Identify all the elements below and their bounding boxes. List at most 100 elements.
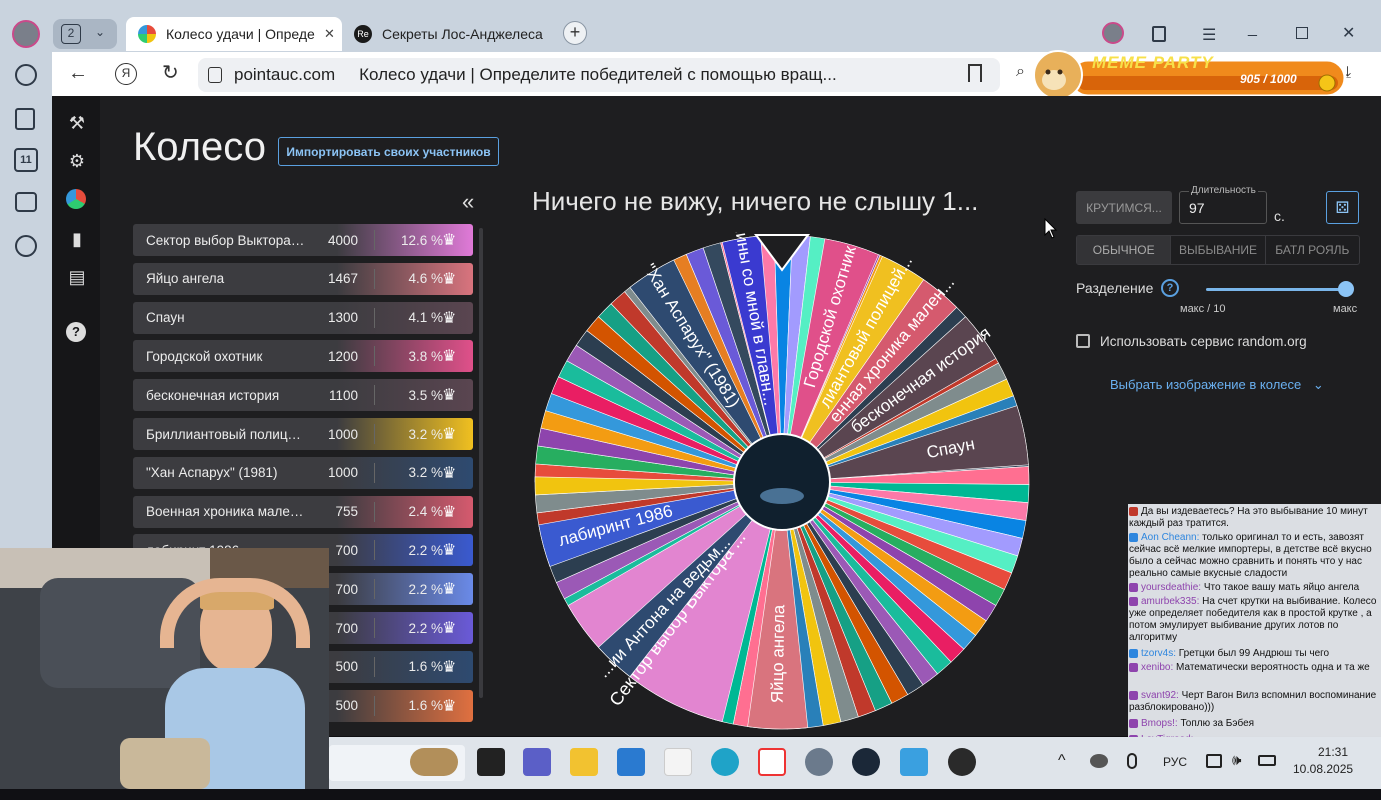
minimize-icon[interactable]: _ (1248, 20, 1257, 38)
participant-row[interactable]: Сектор выбор Выктора п... 4000 12.6 % ♛ (133, 224, 473, 256)
chat-username: amurbek335: (1141, 596, 1203, 607)
task-view-icon[interactable] (477, 748, 505, 776)
tab-count-badge[interactable]: 2 ⌄ (53, 19, 117, 49)
collections-icon[interactable] (1152, 26, 1166, 42)
import-participants-button[interactable]: Импортировать своих участников (278, 137, 499, 166)
lamp-glyph: ♛ (442, 464, 457, 482)
obs-icon[interactable] (948, 748, 976, 776)
participant-name: Сектор выбор Выктора п... (146, 232, 308, 248)
chat-message: tzorv4s: Гретцки был 99 Андрюш ты чего (1129, 648, 1377, 660)
lamp-icon[interactable]: ♛ (429, 573, 473, 605)
spin-button[interactable]: КРУТИМСЯ... (1076, 191, 1172, 224)
dice-icon[interactable]: ⚄ (1326, 191, 1359, 224)
lamp-icon[interactable]: ♛ (429, 418, 473, 450)
gear-icon[interactable]: ⚙ (66, 150, 88, 172)
chat-badge-icon (1129, 532, 1138, 542)
list-scrollbar[interactable] (479, 228, 483, 698)
back-icon[interactable]: ← (68, 62, 88, 85)
profile-icon[interactable] (1102, 22, 1124, 44)
lamp-icon[interactable]: ♛ (429, 379, 473, 411)
steam-icon[interactable] (852, 748, 880, 776)
chat-message: Да вы издеваетесь? На это выбывание 10 м… (1129, 506, 1377, 530)
omnibox[interactable]: pointauc.com Колесо удачи | Определите п… (198, 58, 1000, 92)
mode-normal[interactable]: ОБЫЧНОЕ (1077, 236, 1172, 264)
language-indicator[interactable]: РУС (1163, 755, 1187, 769)
mode-battle-royale[interactable]: БАТЛ РОЯЛЬ (1266, 236, 1359, 264)
new-tab-button[interactable]: + (563, 21, 587, 45)
split-slider[interactable] (1206, 288, 1348, 291)
display-icon[interactable] (1206, 754, 1222, 768)
auction-icon[interactable]: ⚒ (66, 112, 88, 134)
notes-icon[interactable] (15, 108, 35, 130)
webcam-overlay (0, 548, 329, 789)
wheel-image-select[interactable]: Выбрать изображение в колесе ⌄ (1110, 377, 1324, 393)
chat-username: tzorv4s: (1141, 648, 1179, 659)
lamp-icon[interactable]: ♛ (429, 534, 473, 566)
search-icon[interactable]: ⌕ (1016, 63, 1025, 81)
lamp-icon[interactable]: ♛ (429, 224, 473, 256)
frog-widget-icon[interactable] (410, 748, 458, 776)
close-window-icon[interactable]: ✕ (1342, 23, 1355, 43)
lamp-icon[interactable]: ♛ (429, 457, 473, 489)
participant-row[interactable]: Военная хроника маленьк... 755 2.4 % ♛ (133, 495, 473, 528)
participant-row[interactable]: Бриллиантовый полицейс... 1000 3.2 % ♛ (133, 418, 473, 450)
bookmark-icon[interactable] (968, 64, 982, 82)
tab-la-secrets[interactable]: Re Секреты Лос-Анджелеса (346, 17, 556, 51)
video-icon[interactable] (15, 235, 37, 257)
stats-icon[interactable]: ▮ (66, 228, 88, 250)
divider (374, 501, 375, 522)
edge-icon[interactable] (711, 748, 739, 776)
split-slider-knob[interactable] (1338, 281, 1354, 297)
tray-chevron-icon[interactable]: ^ (1058, 752, 1066, 770)
clipboard-icon[interactable]: ▤ (66, 266, 88, 288)
lamp-icon[interactable]: ♛ (429, 263, 473, 295)
app-icon[interactable] (664, 748, 692, 776)
clock-date[interactable]: 10.08.2025 (1293, 762, 1353, 776)
help-icon[interactable]: ? (1161, 279, 1179, 297)
participant-row[interactable]: Яйцо ангела 1467 4.6 % ♛ (133, 262, 473, 295)
lamp-icon[interactable]: ♛ (429, 612, 473, 644)
menu-icon[interactable]: ☰ (1202, 25, 1216, 45)
lamp-icon[interactable]: ♛ (429, 690, 473, 722)
chat-text: Гретцки был 99 Андрюш ты чего (1178, 648, 1330, 659)
wheel-nav-icon[interactable] (66, 189, 86, 209)
chat-username: Aon Cheann: (1141, 532, 1203, 543)
screenshot-icon[interactable] (15, 192, 37, 212)
yandex-icon[interactable]: Я (115, 63, 137, 85)
explorer-icon[interactable] (570, 748, 598, 776)
microphone-icon[interactable] (1127, 753, 1137, 769)
battery-icon[interactable] (1258, 755, 1276, 766)
chat-message: xenibo: Математически вероятность одна и… (1129, 662, 1377, 674)
random-org-checkbox[interactable] (1076, 334, 1090, 348)
network-status-icon[interactable] (1090, 754, 1108, 768)
yandex-browser-icon[interactable] (758, 748, 786, 776)
calendar-icon[interactable]: 11 (14, 148, 38, 172)
teams-icon[interactable] (523, 748, 551, 776)
split-max-label: макс (1333, 303, 1358, 315)
lamp-icon[interactable]: ♛ (429, 302, 473, 334)
help-nav-icon[interactable]: ? (66, 322, 86, 342)
lamp-icon[interactable]: ♛ (429, 651, 473, 683)
tab-wheel[interactable]: Колесо удачи | Опреде ✕ (126, 17, 342, 51)
participant-row[interactable]: "Хан Аспарух" (1981) 1000 3.2 % ♛ (133, 456, 473, 489)
store-icon[interactable] (617, 748, 645, 776)
settings-icon[interactable] (805, 748, 833, 776)
lamp-icon[interactable]: ♛ (429, 340, 473, 372)
wheel-slice-label: Яйцо ангела (768, 604, 789, 703)
alien-avatar-icon[interactable] (12, 20, 40, 48)
participant-row[interactable]: Спаун 1300 4.1 % ♛ (133, 301, 473, 334)
chat-app-icon[interactable] (900, 748, 928, 776)
volume-icon[interactable]: 🕪 (1232, 752, 1241, 769)
mode-elimination[interactable]: ВЫБЫВАНИЕ (1171, 236, 1266, 264)
clock-time[interactable]: 21:31 (1318, 745, 1348, 759)
site-settings-icon[interactable] (208, 67, 222, 83)
close-tab-icon[interactable]: ✕ (324, 26, 335, 42)
history-icon[interactable] (15, 64, 37, 86)
restore-icon[interactable] (1296, 27, 1308, 39)
lamp-icon[interactable]: ♛ (429, 496, 473, 528)
participant-row[interactable]: бесконечная история 1100 3.5 % ♛ (133, 379, 473, 412)
reload-icon[interactable]: ↻ (162, 60, 179, 85)
collapse-icon[interactable]: « (462, 189, 474, 215)
wheel[interactable]: Сектор выбор Выктора ... Яйцо ангелаСпаун… (532, 232, 1032, 732)
participant-row[interactable]: Городской охотник 1200 3.8 % ♛ (133, 340, 473, 373)
